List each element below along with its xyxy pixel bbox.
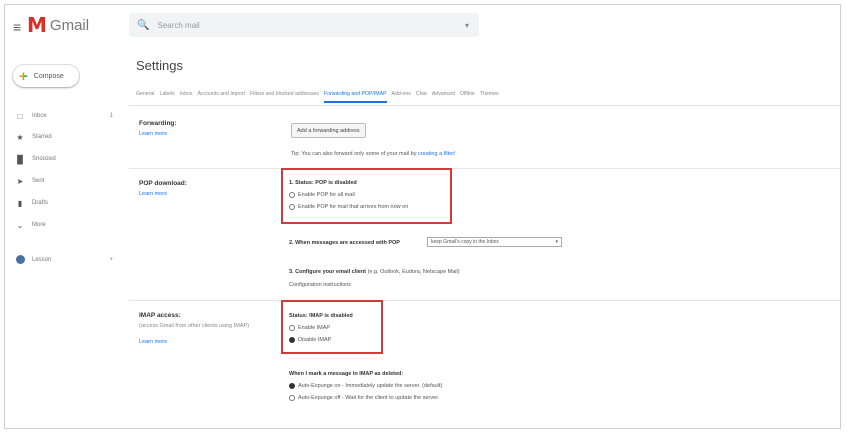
imap-enable-option[interactable]: Enable IMAP bbox=[289, 325, 330, 331]
option-label: Enable POP for all mail bbox=[298, 192, 355, 198]
send-icon: ➤ bbox=[16, 176, 24, 186]
account-label: Lesson bbox=[32, 257, 52, 263]
radio-button[interactable] bbox=[289, 337, 295, 343]
plus-icon: + bbox=[19, 67, 28, 85]
clock-icon: █ bbox=[17, 154, 23, 164]
page-title: Settings bbox=[136, 58, 183, 73]
sidebar-item-inbox[interactable]: □ Inbox 1 bbox=[15, 109, 113, 123]
pop-step3-title: 3. Configure your email client bbox=[289, 269, 367, 275]
section-divider bbox=[129, 168, 840, 169]
pop-step3-clients: (e.g. Outlook, Eudora, Netscape Mail) bbox=[367, 269, 460, 275]
tab-chat[interactable]: Chat bbox=[416, 91, 427, 103]
tab-addons[interactable]: Add-ons bbox=[392, 91, 411, 103]
create-filter-link[interactable]: creating a filter! bbox=[418, 151, 456, 157]
pop-download-label: POP download: bbox=[139, 180, 187, 187]
sidebar-item-label: Inbox bbox=[32, 113, 47, 119]
add-account-icon[interactable]: + bbox=[109, 257, 113, 263]
sidebar-item-sent[interactable]: ➤ Sent bbox=[15, 174, 113, 188]
radio-button[interactable] bbox=[289, 395, 295, 401]
star-icon: ★ bbox=[16, 132, 24, 142]
imap-disable-option[interactable]: Disable IMAP bbox=[289, 337, 331, 343]
option-label: Enable IMAP bbox=[298, 325, 331, 331]
search-input[interactable]: Search mail bbox=[157, 21, 199, 30]
draft-icon: ▮ bbox=[17, 198, 23, 208]
forwarding-tip-text: Tip: You can also forward only some of y… bbox=[291, 151, 417, 157]
brand-name: Gmail bbox=[49, 16, 90, 34]
sidebar-item-snoozed[interactable]: █ Snoozed bbox=[15, 152, 113, 166]
forwarding-learn-more[interactable]: Learn more bbox=[139, 130, 269, 138]
search-bar[interactable]: 🔍 Search mail ▾ bbox=[129, 13, 479, 37]
sidebar-item-label: Snoozed bbox=[32, 156, 56, 162]
imap-subtitle: (access Gmail from other clients using I… bbox=[139, 323, 250, 329]
section-divider bbox=[129, 300, 840, 301]
tab-accounts[interactable]: Accounts and Import bbox=[197, 91, 245, 103]
avatar bbox=[15, 254, 25, 266]
chevron-down-icon: ▾ bbox=[555, 239, 558, 245]
add-forwarding-address-button[interactable]: Add a forwarding address bbox=[291, 123, 366, 138]
pop-action-select[interactable]: keep Gmail's copy in the Inbox ▾ bbox=[427, 237, 562, 247]
compose-button[interactable]: + Compose bbox=[13, 65, 79, 87]
option-label: Disable IMAP bbox=[298, 337, 332, 343]
radio-button[interactable] bbox=[289, 192, 295, 198]
sidebar-item-drafts[interactable]: ▮ Drafts bbox=[15, 196, 113, 210]
pop-learn-more[interactable]: Learn more bbox=[139, 190, 269, 198]
search-icon[interactable]: 🔍 bbox=[137, 20, 149, 31]
gmail-m-icon: M bbox=[27, 13, 47, 37]
imap-learn-more[interactable]: Learn more bbox=[139, 338, 269, 346]
sidebar-item-label: Sent bbox=[32, 178, 45, 184]
tab-advanced[interactable]: Advanced bbox=[432, 91, 455, 103]
option-label: Auto-Expunge off - Wait for the client t… bbox=[298, 395, 440, 401]
pop-step2: 2. When messages are accessed with POP bbox=[289, 240, 400, 246]
gmail-logo[interactable]: M Gmail bbox=[27, 13, 89, 37]
option-label: Auto-Expunge on - Immediately update the… bbox=[298, 383, 443, 389]
unread-count: 1 bbox=[109, 113, 113, 119]
sidebar-item-label: Starred bbox=[32, 134, 52, 140]
forwarding-label: Forwarding: bbox=[139, 120, 177, 127]
sidebar-item-more[interactable]: ⌄ More bbox=[15, 218, 113, 232]
settings-tabs: General Labels Inbox Accounts and Import… bbox=[136, 91, 499, 103]
main-menu-icon[interactable]: ≡ bbox=[13, 19, 21, 35]
radio-button[interactable] bbox=[289, 204, 295, 210]
imap-access-label: IMAP access: bbox=[139, 312, 181, 319]
tab-offline[interactable]: Offline bbox=[460, 91, 475, 103]
imap-status: Status: IMAP is disabled bbox=[289, 313, 353, 319]
select-value: keep Gmail's copy in the Inbox bbox=[431, 239, 499, 245]
imap-deleted-title: When I mark a message in IMAP as deleted… bbox=[289, 371, 404, 377]
inbox-icon: □ bbox=[17, 111, 23, 121]
pop-enable-now-option[interactable]: Enable POP for mail that arrives from no… bbox=[289, 204, 408, 210]
tab-inbox[interactable]: Inbox bbox=[180, 91, 193, 103]
configuration-instructions-link[interactable]: Configuration instructions bbox=[289, 282, 351, 288]
chevron-down-icon: ⌄ bbox=[16, 220, 24, 230]
auto-expunge-on-option[interactable]: Auto-Expunge on - Immediately update the… bbox=[289, 383, 442, 389]
sidebar-account[interactable]: Lesson + bbox=[15, 253, 113, 267]
tab-filters[interactable]: Filters and blocked addresses bbox=[250, 91, 319, 103]
sidebar-item-label: More bbox=[32, 222, 46, 228]
gmail-window: ≡ M Gmail 🔍 Search mail ▾ + Compose □ In… bbox=[4, 4, 841, 429]
search-options-icon[interactable]: ▾ bbox=[465, 21, 469, 30]
option-label: Enable POP for mail that arrives from no… bbox=[298, 204, 409, 210]
sidebar-item-label: Drafts bbox=[32, 200, 49, 206]
auto-expunge-off-option[interactable]: Auto-Expunge off - Wait for the client t… bbox=[289, 395, 439, 401]
tab-general[interactable]: General bbox=[136, 91, 154, 103]
tab-themes[interactable]: Themes bbox=[480, 91, 499, 103]
tabs-divider bbox=[129, 105, 840, 106]
radio-button[interactable] bbox=[289, 325, 295, 331]
pop-enable-all-option[interactable]: Enable POP for all mail bbox=[289, 192, 355, 198]
sidebar-item-starred[interactable]: ★ Starred bbox=[15, 130, 113, 144]
pop-step3: 3. Configure your email client (e.g. Out… bbox=[289, 269, 460, 275]
radio-button[interactable] bbox=[289, 383, 295, 389]
forwarding-tip: Tip: You can also forward only some of y… bbox=[291, 151, 456, 157]
pop-status: 1. Status: POP is disabled bbox=[289, 180, 357, 186]
tab-forwarding-pop-imap[interactable]: Forwarding and POP/IMAP bbox=[323, 91, 387, 103]
tab-labels[interactable]: Labels bbox=[159, 91, 174, 103]
compose-label: Compose bbox=[33, 72, 64, 80]
